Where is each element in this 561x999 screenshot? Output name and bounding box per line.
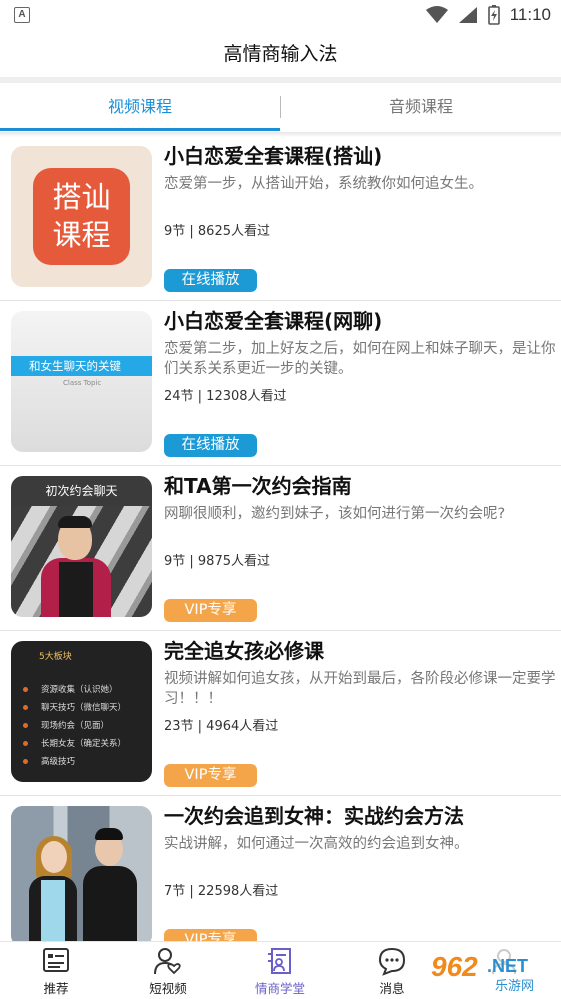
thumbnail-text: 和女生聊天的关键	[11, 356, 152, 376]
thumbnail-text: 聊天技巧（微信聊天）	[41, 703, 127, 713]
signal-icon	[458, 7, 477, 23]
course-title[interactable]: 和TA第一次约会指南	[164, 470, 352, 499]
play-online-button[interactable]: 在线播放	[164, 434, 257, 457]
presenter-vest	[59, 562, 93, 617]
bullet-icon	[23, 759, 28, 764]
course-thumbnail[interactable]: 初次约会聊天	[11, 476, 152, 617]
notification-a-icon: A	[14, 7, 30, 23]
status-icons: 11:10	[425, 3, 551, 27]
bullet-icon	[23, 741, 28, 746]
thumbnail-text: 5大板块	[39, 652, 72, 662]
course-item[interactable]: 一次约会追到女神：实战约会方法 实战讲解，如何通过一次高效的约会追到女神。 7节…	[0, 796, 561, 942]
thumbnail-text: 资源收集（认识她）	[41, 685, 118, 695]
tab-audio-courses[interactable]: 音频课程	[281, 83, 561, 131]
thumbnail-list-item: 高级技巧	[23, 755, 75, 767]
vip-exclusive-button[interactable]: VIP专享	[164, 599, 257, 622]
course-title[interactable]: 小白恋爱全套课程(搭讪)	[164, 140, 382, 169]
course-meta: 7节 | 22598人看过	[164, 884, 279, 899]
course-meta: 23节 | 4964人看过	[164, 719, 279, 734]
nav-label: 推荐	[43, 981, 69, 996]
course-item[interactable]: 搭讪 课程 小白恋爱全套课程(搭讪) 恋爱第一步，从搭讪开始，系统教你如何追女生…	[0, 136, 561, 301]
course-title[interactable]: 一次约会追到女神：实战约会方法	[164, 800, 464, 829]
nav-label: 情商学堂	[254, 981, 305, 996]
thumbnail-subtext: Class Topic	[63, 379, 102, 387]
bullet-icon	[23, 705, 28, 710]
course-item[interactable]: 和女生聊天的关键 Class Topic 小白恋爱全套课程(网聊) 恋爱第二步，…	[0, 301, 561, 466]
bullet-icon	[23, 723, 28, 728]
vip-exclusive-button[interactable]: VIP专享	[164, 764, 257, 787]
watermark-text: 乐游网	[495, 979, 534, 994]
watermark-text: 962	[431, 951, 478, 982]
play-online-button[interactable]: 在线播放	[164, 269, 257, 292]
battery-icon	[487, 5, 500, 25]
course-thumbnail[interactable]	[11, 806, 152, 942]
list-card-icon	[43, 948, 69, 972]
status-time: 11:10	[509, 5, 551, 24]
thumbnail-tile: 搭讪 课程	[33, 168, 130, 265]
nav-item-short-video[interactable]: 短视频	[112, 942, 224, 999]
thumbnail-list-item: 聊天技巧（微信聊天）	[23, 701, 126, 713]
watermark-logo: 962 .NET 乐游网	[427, 948, 555, 994]
thumbnail-text: 课程	[52, 218, 111, 252]
course-thumbnail[interactable]: 5大板块 资源收集（认识她） 聊天技巧（微信聊天） 现场约会（见面） 长期女友（…	[11, 641, 152, 782]
book-person-icon	[268, 948, 291, 974]
course-description: 网聊很顺利，邀约到妹子，该如何进行第一次约会呢?	[164, 506, 506, 522]
chat-bubble-icon	[378, 947, 406, 976]
course-meta: 9节 | 8625人看过	[164, 224, 270, 239]
thumbnail-text: 搭讪	[52, 180, 111, 214]
course-description: 视频讲解如何追女孩，从开始到最后，各阶段必修课一定要学习！！！	[164, 671, 556, 707]
presenter-hair	[95, 828, 123, 840]
course-description: 恋爱第二步，加上好友之后，如何在网上和妹子聊天，是让你们关系关系更近一步的关键。	[164, 341, 556, 377]
thumbnail-list-item: 资源收集（认识她）	[23, 683, 118, 695]
course-title[interactable]: 完全追女孩必修课	[164, 635, 324, 664]
course-item[interactable]: 初次约会聊天 和TA第一次约会指南 网聊很顺利，邀约到妹子，该如何进行第一次约会…	[0, 466, 561, 631]
thumbnail-text: 初次约会聊天	[11, 476, 152, 506]
course-thumbnail[interactable]: 和女生聊天的关键 Class Topic	[11, 311, 152, 452]
status-bar: A 11:10	[0, 0, 561, 30]
app-header: 高情商输入法	[0, 30, 561, 78]
thumbnail-text: 高级技巧	[41, 757, 76, 767]
nav-item-eq-school[interactable]: 情商学堂	[224, 942, 336, 999]
presenter-hair	[58, 516, 92, 528]
thumbnail-text: 长期女友（确定关系）	[41, 739, 127, 749]
thumbnail-list-item: 长期女友（确定关系）	[23, 737, 126, 749]
tab-video-courses[interactable]: 视频课程	[0, 83, 280, 131]
active-tab-indicator	[0, 128, 280, 131]
wifi-icon	[425, 6, 448, 23]
page-title: 高情商输入法	[223, 43, 338, 65]
watermark-text: .NET	[487, 956, 528, 976]
course-list: 搭讪 课程 小白恋爱全套课程(搭讪) 恋爱第一步，从搭讪开始，系统教你如何追女生…	[0, 136, 561, 942]
thumbnail-list-item: 现场约会（见面）	[23, 719, 109, 731]
course-title[interactable]: 小白恋爱全套课程(网聊)	[164, 305, 382, 334]
course-item[interactable]: 5大板块 资源收集（认识她） 聊天技巧（微信聊天） 现场约会（见面） 长期女友（…	[0, 631, 561, 796]
course-meta: 9节 | 9875人看过	[164, 554, 270, 569]
presenter-shirt	[41, 880, 65, 942]
course-description: 恋爱第一步，从搭讪开始，系统教你如何追女生。	[164, 176, 483, 192]
presenter-figure	[83, 866, 137, 942]
person-heart-icon	[154, 948, 181, 975]
course-meta: 24节 | 12308人看过	[164, 389, 287, 404]
nav-label: 短视频	[149, 981, 187, 996]
course-thumbnail[interactable]: 搭讪 课程	[11, 146, 152, 287]
course-description: 实战讲解，如何通过一次高效的约会追到女神。	[164, 836, 469, 852]
thumbnail-text: 现场约会（见面）	[41, 721, 110, 731]
course-tabs: 视频课程 音频课程	[0, 83, 561, 133]
nav-item-recommend[interactable]: 推荐	[0, 942, 112, 999]
presenter-head	[41, 841, 67, 873]
bullet-icon	[23, 687, 28, 692]
